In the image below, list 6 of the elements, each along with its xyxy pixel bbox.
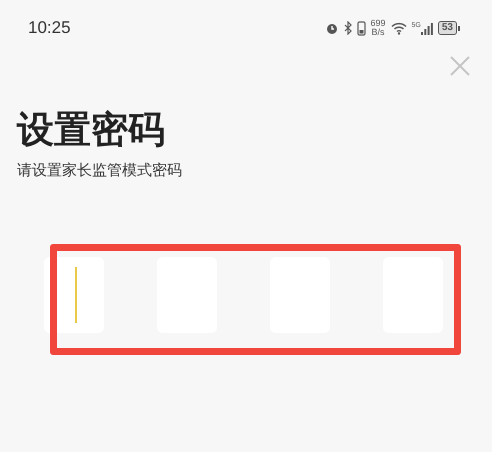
net-speed-value: 699 <box>370 19 386 28</box>
page-subtitle: 请设置家长监管模式密码 <box>17 161 183 181</box>
status-time: 10:25 <box>28 17 71 40</box>
net-speed-unit: B/s <box>372 28 385 37</box>
battery-level: 53 <box>438 21 457 35</box>
page-title: 设置密码 <box>17 108 166 152</box>
